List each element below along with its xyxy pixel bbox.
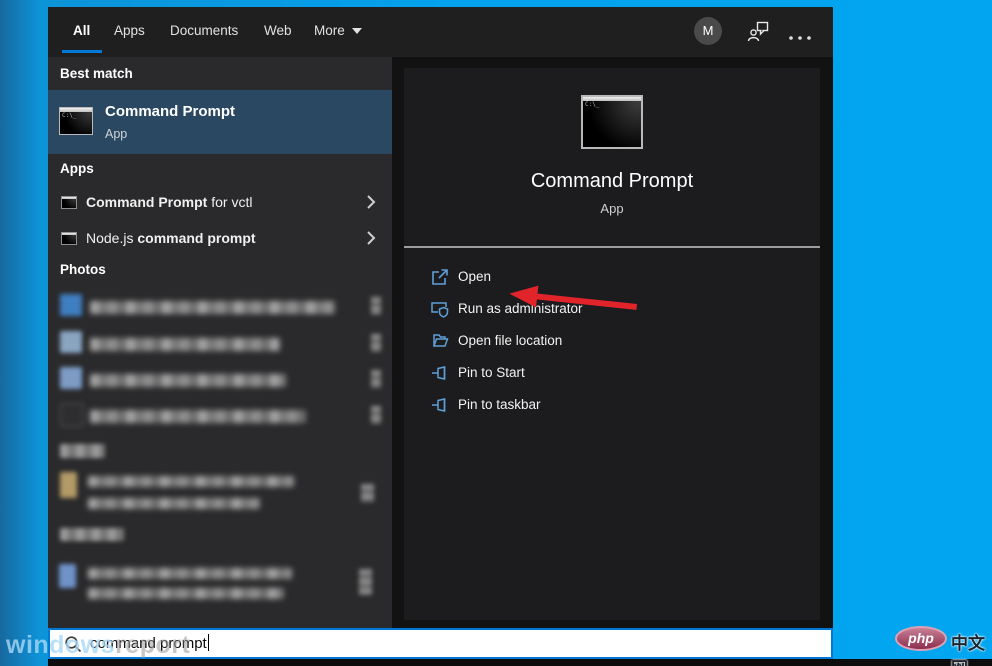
command-prompt-icon [61, 232, 77, 245]
chevron-right-icon[interactable] [366, 231, 376, 245]
tab-more[interactable]: More [314, 23, 362, 38]
best-match-subtitle: App [105, 127, 128, 141]
active-tab-underline [62, 50, 102, 53]
open-icon [432, 269, 448, 285]
photo-result-row-redacted[interactable] [48, 292, 392, 322]
feedback-icon[interactable] [747, 20, 770, 48]
text-caret [207, 634, 210, 651]
result-text: for vctl [207, 194, 253, 210]
action-label: Open file location [458, 333, 563, 348]
photo-result-row-redacted[interactable] [48, 328, 392, 358]
result-text-bold: command prompt [137, 230, 256, 246]
photo-result-row-redacted[interactable] [48, 400, 392, 430]
chevron-down-icon [351, 28, 362, 34]
preview-title: Command Prompt [530, 170, 694, 192]
best-match-header: Best match [60, 66, 133, 81]
command-prompt-icon: C:\_ [59, 107, 93, 135]
action-pin-to-taskbar[interactable]: Pin to taskbar [404, 389, 820, 421]
action-label: Pin to taskbar [458, 397, 541, 412]
apps-section-header: Apps [60, 161, 94, 176]
preview-subtitle: App [600, 201, 624, 216]
result-row-two-line-redacted[interactable] [48, 468, 392, 514]
photo-result-row-redacted[interactable] [48, 364, 392, 394]
annotation-arrow [509, 285, 638, 310]
pin-icon [432, 398, 446, 412]
folder-location-icon [432, 334, 449, 347]
best-match-title: Command Prompt [105, 103, 236, 120]
app-result-nodejs-command-prompt[interactable]: Node.js command prompt [48, 222, 392, 254]
action-label: Pin to Start [458, 365, 525, 380]
photos-section-header: Photos [60, 262, 106, 277]
result-row-two-line-redacted[interactable] [48, 560, 392, 606]
action-label: Open [458, 269, 492, 284]
taskbar-edge [48, 659, 992, 666]
best-match-result-command-prompt[interactable]: C:\_ Command Prompt App [48, 90, 392, 154]
result-text-bold: Command Prompt [86, 194, 208, 210]
tab-all[interactable]: All [73, 23, 90, 38]
section-header-redacted [60, 528, 124, 541]
account-avatar[interactable]: M [694, 17, 722, 45]
preview-separator [404, 246, 820, 248]
more-options-icon[interactable] [788, 28, 812, 46]
pin-icon [432, 366, 446, 380]
tab-documents[interactable]: Documents [170, 23, 238, 38]
tab-more-label: More [314, 23, 345, 38]
command-prompt-icon [61, 196, 77, 209]
search-query-text: command prompt [90, 634, 210, 652]
section-header-redacted [60, 444, 105, 458]
chevron-right-icon[interactable] [366, 195, 376, 209]
action-open-file-location[interactable]: Open file location [404, 325, 820, 357]
php-logo-watermark: php [895, 626, 947, 651]
command-prompt-icon-large: C:\_ [581, 95, 643, 149]
tab-web[interactable]: Web [264, 23, 292, 38]
search-input[interactable]: command prompt [48, 628, 833, 659]
desktop: All Apps Documents Web More M Best match… [0, 0, 992, 666]
tab-apps[interactable]: Apps [114, 23, 145, 38]
action-pin-to-start[interactable]: Pin to Start [404, 357, 820, 389]
search-icon [65, 636, 82, 653]
result-text: Node.js [86, 230, 138, 246]
app-result-command-prompt-for-vctl[interactable]: Command Prompt for vctl [48, 186, 392, 218]
shield-window-icon [431, 302, 449, 318]
